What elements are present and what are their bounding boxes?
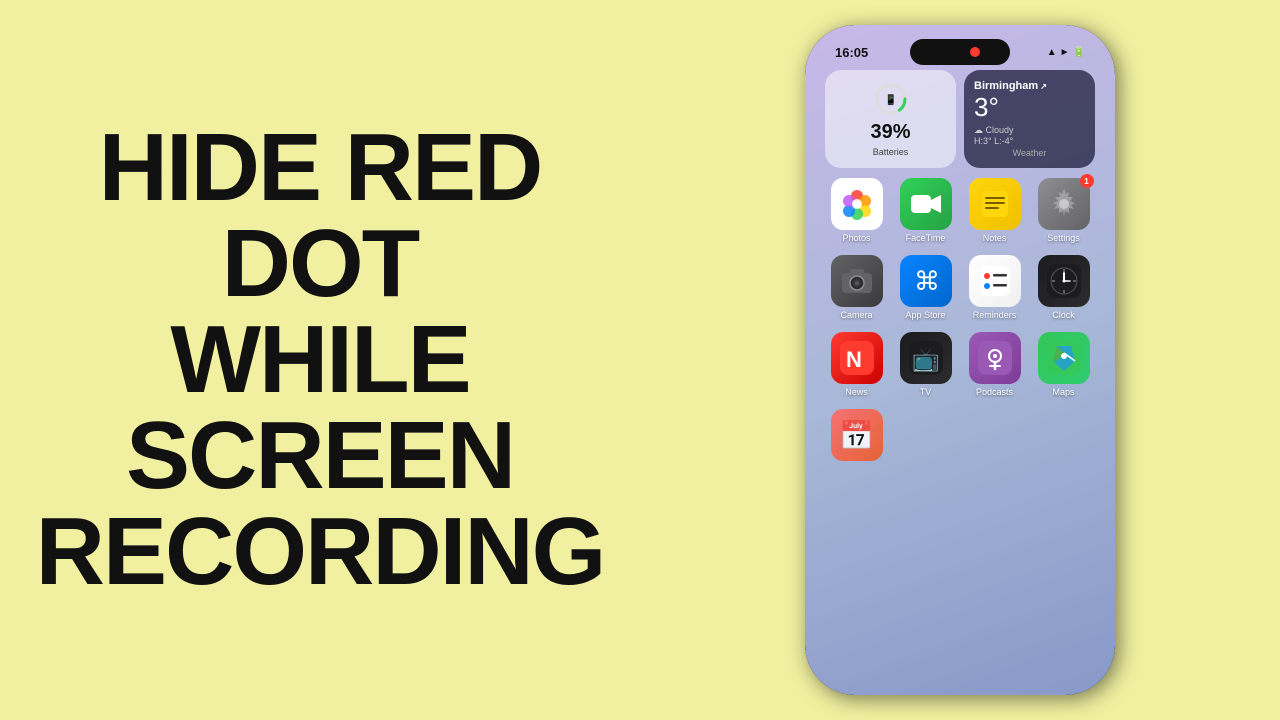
- podcasts-label: Podcasts: [976, 387, 1013, 397]
- app-notes[interactable]: Notes: [963, 178, 1026, 243]
- app-news[interactable]: N News: [825, 332, 888, 397]
- podcasts-icon: [969, 332, 1021, 384]
- settings-icon: 1: [1038, 178, 1090, 230]
- signal-icon: ▲: [1047, 47, 1057, 58]
- facetime-label: FaceTime: [906, 233, 946, 243]
- status-time: 16:05: [835, 45, 868, 60]
- appstore-icon: ⌘: [900, 255, 952, 307]
- recording-dot: [970, 47, 980, 57]
- battery-widget: 📱 39% Batteries: [825, 70, 956, 168]
- phone-mockup: 16:05 ▲ ► 🔋 📱: [805, 25, 1115, 695]
- notes-label: Notes: [983, 233, 1007, 243]
- app-camera[interactable]: Camera: [825, 255, 888, 320]
- weather-label: Weather: [974, 148, 1085, 158]
- app-settings[interactable]: 1 Settings: [1032, 178, 1095, 243]
- battery-label: Batteries: [873, 147, 909, 157]
- maps-label: Maps: [1052, 387, 1074, 397]
- facetime-icon: [900, 178, 952, 230]
- svg-text:⌘: ⌘: [914, 266, 940, 296]
- clock-label: Clock: [1052, 310, 1075, 320]
- app-partial1[interactable]: 📅: [825, 409, 888, 461]
- maps-icon: [1038, 332, 1090, 384]
- tv-icon: 📺: [900, 332, 952, 384]
- app-grid-row4: 📅: [813, 403, 1107, 467]
- right-panel: 16:05 ▲ ► 🔋 📱: [640, 0, 1280, 720]
- weather-highlow: H:3° L:-4°: [974, 136, 1085, 146]
- reminders-icon: [969, 255, 1021, 307]
- news-icon: N: [831, 332, 883, 384]
- photos-icon: [831, 178, 883, 230]
- app-podcasts[interactable]: Podcasts: [963, 332, 1026, 397]
- phone-screen: 16:05 ▲ ► 🔋 📱: [805, 25, 1115, 695]
- app-clock[interactable]: Clock: [1032, 255, 1095, 320]
- clock-icon: [1038, 255, 1090, 307]
- weather-temp: 3°: [974, 92, 1085, 123]
- svg-text:N: N: [846, 347, 862, 372]
- weather-city: Birmingham ↗: [974, 80, 1085, 92]
- dynamic-island: [910, 39, 1010, 65]
- app-facetime[interactable]: FaceTime: [894, 178, 957, 243]
- app-appstore[interactable]: ⌘ App Store: [894, 255, 957, 320]
- appstore-label: App Store: [905, 310, 945, 320]
- weather-condition: ☁ Cloudy: [974, 125, 1085, 136]
- camera-label: Camera: [840, 310, 872, 320]
- svg-text:📺: 📺: [912, 347, 939, 372]
- battery-percent: 39%: [870, 121, 910, 144]
- status-icons: ▲ ► 🔋: [1047, 47, 1085, 58]
- main-title: HIDE RED DOT WHILE SCREEN RECORDING: [36, 120, 605, 600]
- app-photos[interactable]: Photos: [825, 178, 888, 243]
- battery-ring: 📱: [873, 81, 909, 117]
- settings-label: Settings: [1047, 233, 1080, 243]
- partial-icon1: 📅: [831, 409, 883, 461]
- news-label: News: [845, 387, 868, 397]
- notes-icon: [969, 178, 1021, 230]
- widgets-row: 📱 39% Batteries Birmingham ↗ 3° ☁ Cloudy: [813, 66, 1107, 172]
- camera-icon: [831, 255, 883, 307]
- settings-badge: 1: [1080, 174, 1094, 188]
- app-reminders[interactable]: Reminders: [963, 255, 1026, 320]
- app-grid-row1: Photos FaceTime: [813, 172, 1107, 249]
- app-grid-row2: Camera ⌘ App Store: [813, 249, 1107, 326]
- wifi-icon: ►: [1060, 47, 1070, 58]
- tv-label: TV: [920, 387, 932, 397]
- svg-text:📱: 📱: [884, 93, 896, 106]
- app-grid-row3: N News 📺 TV: [813, 326, 1107, 403]
- app-maps[interactable]: Maps: [1032, 332, 1095, 397]
- app-tv[interactable]: 📺 TV: [894, 332, 957, 397]
- left-panel: HIDE RED DOT WHILE SCREEN RECORDING: [0, 0, 640, 720]
- weather-widget: Birmingham ↗ 3° ☁ Cloudy H:3° L:-4° Weat…: [964, 70, 1095, 168]
- battery-icon: 🔋: [1073, 47, 1085, 58]
- reminders-label: Reminders: [973, 310, 1017, 320]
- photos-label: Photos: [842, 233, 870, 243]
